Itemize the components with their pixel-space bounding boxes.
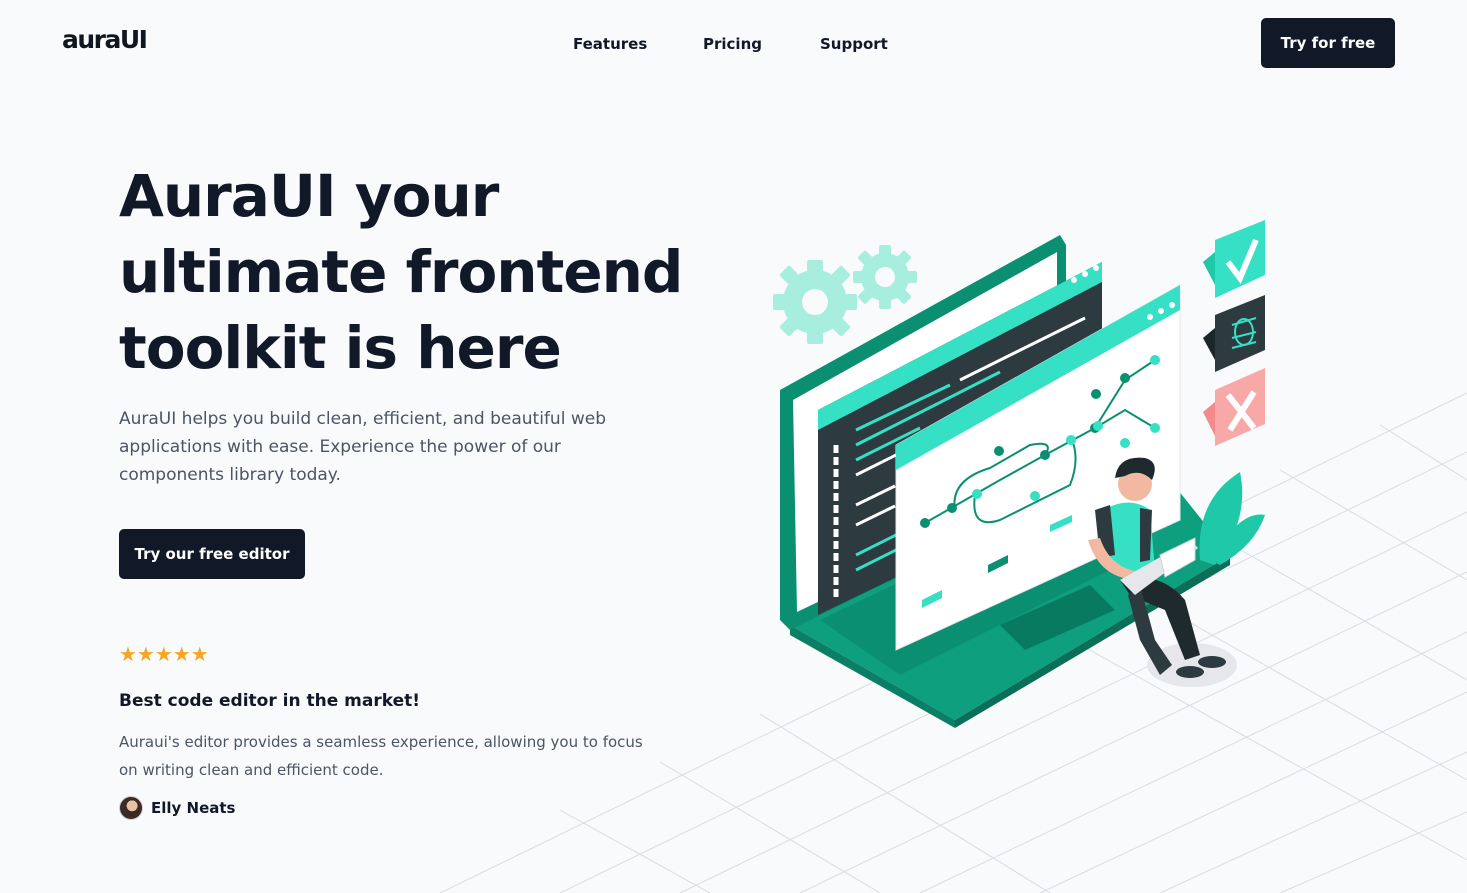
hero-description: AuraUI helps you build clean, efficient,… bbox=[119, 409, 606, 485]
try-free-editor-button[interactable]: Try our free editor bbox=[119, 529, 305, 579]
bug-icon bbox=[1203, 295, 1265, 372]
star-icon: ★★★★★ bbox=[119, 642, 209, 666]
hero-title-line-1: AuraUI your bbox=[119, 162, 499, 230]
review-text: Auraui's editor provides a seamless expe… bbox=[119, 733, 643, 779]
review-title: Best code editor in the market! bbox=[119, 691, 421, 711]
gear-icon bbox=[773, 260, 857, 344]
person-illustration bbox=[1088, 457, 1237, 687]
nav-link-pricing[interactable]: Pricing bbox=[703, 33, 762, 55]
star-rating: ★★★★★ bbox=[119, 643, 209, 665]
laptop-screen bbox=[780, 235, 1066, 630]
close-icon bbox=[1203, 368, 1265, 446]
nav-link-features[interactable]: Features bbox=[573, 33, 647, 55]
try-for-free-button[interactable]: Try for free bbox=[1261, 18, 1395, 68]
laptop-base bbox=[790, 455, 1230, 728]
reviewer: Elly Neats bbox=[119, 796, 235, 820]
hero-title-line-2: ultimate frontend bbox=[119, 238, 683, 306]
check-icon bbox=[1203, 220, 1265, 298]
code-window bbox=[818, 262, 1102, 615]
brand-logo[interactable]: auraUI bbox=[62, 24, 148, 56]
hero-title-line-3: toolkit is here bbox=[119, 314, 562, 382]
avatar bbox=[119, 796, 143, 820]
gear-icon bbox=[853, 245, 917, 309]
hero-title: AuraUI your ultimate frontend toolkit is… bbox=[119, 158, 739, 386]
flow-window bbox=[895, 284, 1181, 651]
nav-link-support[interactable]: Support bbox=[820, 33, 888, 55]
plant-icon bbox=[1199, 472, 1265, 565]
reviewer-name: Elly Neats bbox=[151, 799, 236, 817]
